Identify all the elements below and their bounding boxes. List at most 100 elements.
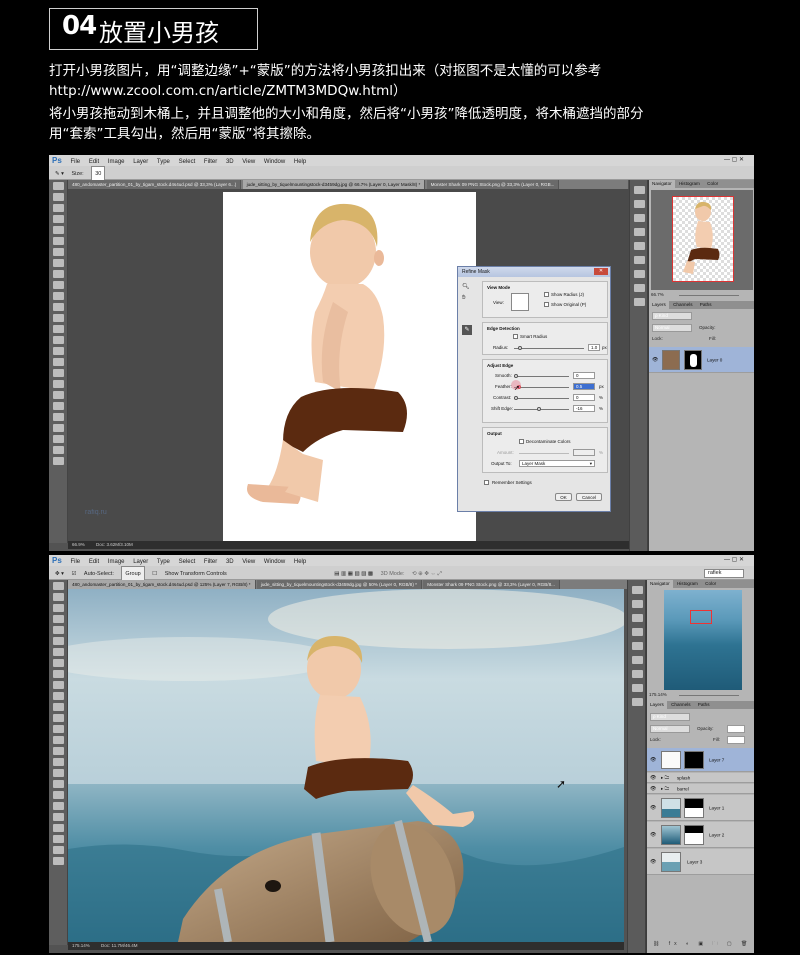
eye-icon[interactable]: 👁︎ — [650, 805, 656, 811]
tool-button[interactable] — [53, 813, 64, 821]
tool-button[interactable] — [53, 292, 64, 300]
tool-button[interactable] — [53, 215, 64, 223]
contrast-slider[interactable] — [514, 396, 569, 400]
tool-button[interactable] — [53, 182, 64, 190]
tab-navigator[interactable]: Navigator — [647, 580, 673, 588]
tool-button[interactable] — [53, 703, 64, 711]
layer-actions-icons[interactable]: ⛓ fx ◐ ▣ 🗀︎ ▢ 🗑︎ — [653, 941, 751, 949]
layer-group-row[interactable]: 👁︎ ▸ 🗀︎ barrel — [647, 784, 754, 794]
tab-histogram[interactable]: Histogram — [674, 580, 701, 588]
tool-button[interactable] — [53, 747, 64, 755]
eye-icon[interactable]: 👁︎ — [650, 775, 656, 781]
tool-button[interactable] — [53, 824, 64, 832]
blend-mode-select[interactable]: Normal — [652, 324, 692, 332]
zoom-tool-icon[interactable]: 🔍︎ — [462, 283, 470, 290]
panel-toggle-button[interactable] — [634, 228, 645, 236]
eye-icon[interactable]: 👁︎ — [652, 357, 658, 363]
navigator-zoom-slider[interactable] — [679, 295, 739, 296]
tab-paths[interactable]: Paths — [695, 701, 713, 709]
navigator-zoom-slider[interactable] — [679, 695, 739, 696]
radius-slider[interactable] — [514, 346, 584, 350]
shift-edge-input[interactable]: -16 — [573, 405, 595, 412]
tool-button[interactable] — [53, 780, 64, 788]
tab-layers[interactable]: Layers — [647, 701, 667, 709]
smooth-slider[interactable] — [514, 374, 569, 378]
shift-edge-slider[interactable] — [514, 407, 569, 411]
tool-button[interactable] — [53, 593, 64, 601]
tab-navigator[interactable]: Navigator — [649, 180, 675, 188]
tool-button[interactable] — [53, 714, 64, 722]
tool-button[interactable] — [53, 681, 64, 689]
contrast-input[interactable]: 0 — [573, 394, 595, 401]
panel-toggle-button[interactable] — [632, 628, 643, 636]
layer-mask-thumbnail[interactable] — [684, 797, 704, 818]
tool-button[interactable] — [53, 457, 64, 465]
tool-button[interactable] — [53, 226, 64, 234]
tool-button[interactable] — [53, 725, 64, 733]
tool-button[interactable] — [53, 846, 64, 854]
navigator-zoom[interactable]: 66.7% — [651, 292, 664, 297]
doc-tab-2[interactable]: jude_sitting_by_tiquelmountingstock-d345… — [256, 580, 422, 589]
tool-button[interactable] — [53, 303, 64, 311]
tool-button[interactable] — [53, 358, 64, 366]
eye-icon[interactable]: 👁︎ — [650, 832, 656, 838]
layer-row[interactable]: 👁︎ Layer 3 — [647, 849, 754, 875]
layer-mask-thumbnail[interactable] — [684, 349, 702, 370]
shift-edge-slider-knob[interactable] — [537, 407, 542, 411]
radius-slider-knob[interactable] — [517, 346, 522, 350]
smooth-input[interactable]: 0 — [573, 372, 595, 379]
doc-tab-1[interactable]: 480_andomaster_partition_01_by_tigam_sto… — [68, 580, 256, 589]
tool-button[interactable] — [53, 314, 64, 322]
panel-toggle-button[interactable] — [632, 642, 643, 650]
panel-toggle-button[interactable] — [634, 284, 645, 292]
tool-button[interactable] — [53, 325, 64, 333]
hand-tool-icon[interactable]: ✋︎ — [462, 295, 465, 302]
tool-button[interactable] — [53, 237, 64, 245]
intro-link[interactable]: http://www.zcool.com.cn/article/ZMTM3MDQ… — [49, 81, 407, 101]
window-controls[interactable]: — ▢ ✕ — [724, 155, 744, 166]
panel-toggle-button[interactable] — [632, 586, 643, 594]
tool-button[interactable] — [53, 369, 64, 377]
amount-slider[interactable] — [519, 453, 569, 454]
opacity-input[interactable]: 100% — [727, 725, 745, 733]
tool-button[interactable] — [53, 270, 64, 278]
tool-button[interactable] — [53, 604, 64, 612]
tool-button[interactable] — [53, 769, 64, 777]
panel-toggle-button[interactable] — [634, 298, 645, 306]
navigator-preview[interactable] — [651, 190, 753, 290]
panel-toggle-button[interactable] — [632, 684, 643, 692]
tool-button[interactable] — [53, 582, 64, 590]
blend-mode-select[interactable]: Normal — [650, 725, 690, 733]
decontaminate-checkbox[interactable] — [519, 439, 524, 444]
tool-button[interactable] — [53, 413, 64, 421]
auto-select-checkbox[interactable]: ☑ — [71, 567, 76, 581]
tab-channels[interactable]: Channels — [668, 701, 693, 709]
navigator-preview[interactable] — [664, 590, 742, 690]
doc-tab-3[interactable]: Monster Shark 09 PNG Stock.png @ 33,3% (… — [423, 580, 560, 589]
amount-input[interactable] — [573, 449, 595, 456]
show-original-checkbox[interactable] — [544, 302, 549, 307]
layer-filter-select[interactable]: ρ Kind — [650, 713, 690, 721]
layer-group-row[interactable]: 👁︎ ▸ 🗀︎ splash — [647, 773, 754, 783]
navigator-viewport[interactable] — [690, 610, 712, 624]
tool-button[interactable] — [53, 835, 64, 843]
tool-button[interactable] — [53, 391, 64, 399]
layer-row[interactable]: 👁︎ Layer 1 — [647, 795, 754, 821]
navigator-viewport[interactable] — [672, 196, 734, 282]
canvas-area[interactable]: ➚ — [68, 589, 624, 942]
tool-button[interactable] — [53, 802, 64, 810]
panel-toggle-button[interactable] — [634, 200, 645, 208]
tool-button[interactable] — [53, 615, 64, 623]
tool-button[interactable] — [53, 626, 64, 634]
view-mode-thumbnail[interactable] — [511, 293, 529, 311]
tool-button[interactable] — [53, 857, 64, 865]
panel-toggle-button[interactable] — [632, 614, 643, 622]
tab-channels[interactable]: Channels — [670, 301, 695, 309]
tool-button[interactable] — [53, 424, 64, 432]
tool-button[interactable] — [53, 336, 64, 344]
tool-button[interactable] — [53, 248, 64, 256]
tab-paths[interactable]: Paths — [697, 301, 715, 309]
panel-toggle-button[interactable] — [634, 270, 645, 278]
panel-toggle-button[interactable] — [634, 256, 645, 264]
tool-button[interactable] — [53, 670, 64, 678]
